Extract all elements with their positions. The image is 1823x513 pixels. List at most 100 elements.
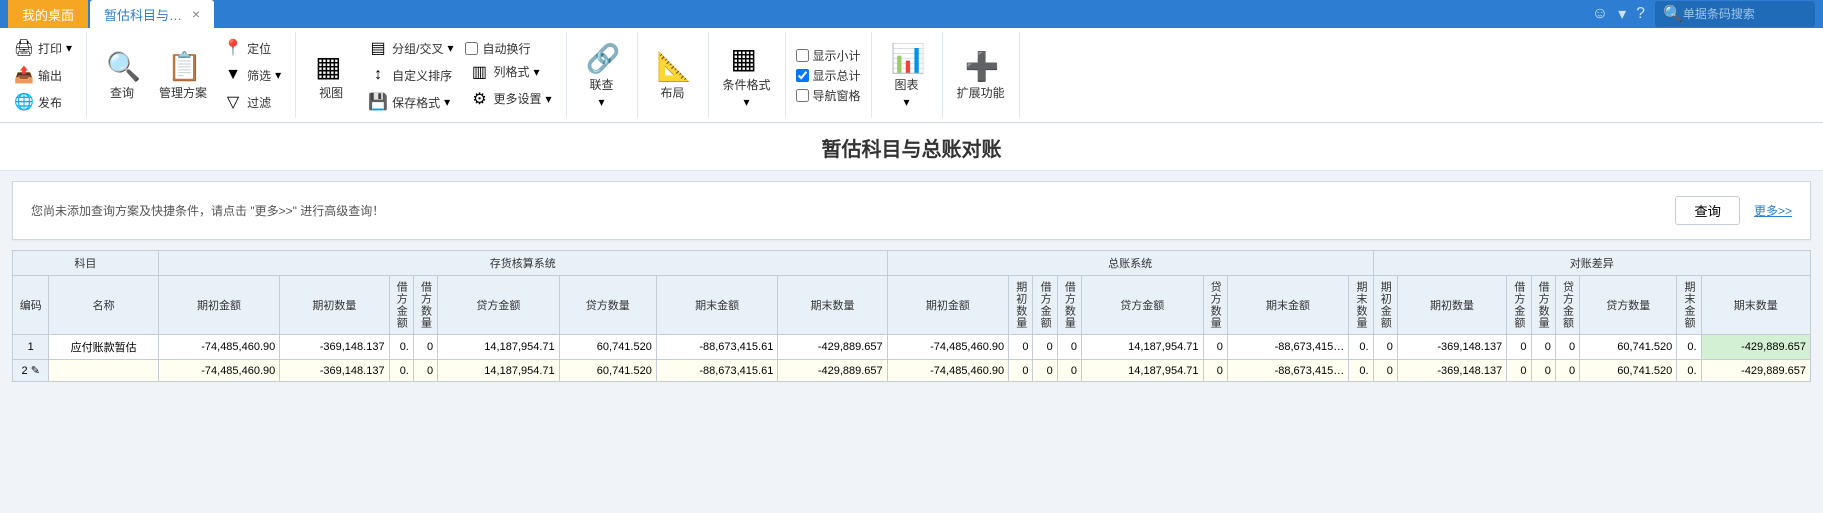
layout-label: 布局 [661, 84, 685, 101]
cell-idx: 1 [13, 335, 49, 360]
query-bar: 您尚未添加查询方案及快捷条件，请点击 "更多>>" 进行高级查询！ 查询 更多>… [12, 181, 1811, 240]
total-label: 显示总计 [813, 67, 861, 84]
more-link[interactable]: 更多>> [1754, 202, 1792, 219]
cell-val: 0. [1349, 360, 1373, 382]
query-submit-button[interactable]: 查询 [1675, 196, 1740, 225]
funnel2-icon: ▽ [223, 92, 243, 112]
cell-val: -369,148.137 [1397, 335, 1506, 360]
close-icon[interactable]: × [192, 6, 200, 22]
edit-icon: ✎ [31, 365, 40, 377]
lianча-button[interactable]: 🔗联查▾ [577, 40, 627, 111]
th-dfsl: 贷方数量 [559, 276, 656, 335]
filter2-label: 过滤 [247, 94, 271, 111]
cell-val: -429,889.657 [1701, 360, 1810, 382]
th-subject: 科目 [13, 251, 159, 276]
magnify-icon: 🔍 [106, 50, 138, 82]
cell-val: 0. [1677, 335, 1701, 360]
locate-button[interactable]: 📍定位 [219, 36, 285, 60]
autowrap-label: 自动换行 [482, 40, 530, 57]
cell-val: -74,485,460.90 [158, 335, 279, 360]
th-dfje: 贷方金额 [438, 276, 559, 335]
th-qcsl: 期初数量 [280, 276, 389, 335]
cell-val: -369,148.137 [280, 335, 389, 360]
cell-val: -74,485,460.90 [887, 360, 1008, 382]
cell-val: -74,485,460.90 [887, 335, 1008, 360]
view-label: 视图 [319, 84, 343, 101]
th-qcje2: 期初金额 [887, 276, 1008, 335]
help-icon[interactable]: ? [1636, 5, 1645, 23]
th-dfje3: 贷方金额 [1555, 276, 1579, 335]
group-label: 分组/交叉 [392, 40, 443, 57]
th-jfsl: 借方数量 [413, 276, 437, 335]
colformat-button[interactable]: ▥列格式▾ [465, 60, 555, 84]
condformat-label: 条件格式 [723, 76, 771, 93]
query-button[interactable]: 🔍 查询 [97, 48, 147, 103]
th-jfje: 借方金额 [389, 276, 413, 335]
cell-val: 0 [1507, 360, 1531, 382]
filter-button[interactable]: ▼筛选▾ [219, 63, 285, 87]
print-button[interactable]: 🖨打印▾ [10, 36, 76, 60]
query-label: 查询 [110, 84, 134, 101]
th-qmsl3: 期末数量 [1701, 276, 1810, 335]
search-icon: 🔍 [1663, 4, 1683, 24]
subtotal-check[interactable]: 显示小计 [796, 47, 861, 64]
cell-val: -429,889.657 [1701, 335, 1810, 360]
extend-button[interactable]: ➕扩展功能 [953, 48, 1009, 103]
filter2-button[interactable]: ▽过滤 [219, 90, 285, 114]
cell-val: 14,187,954.71 [1082, 335, 1203, 360]
page-title: 暂估科目与总账对账 [0, 133, 1823, 162]
gear-icon: ⚙ [469, 89, 489, 109]
chevron-down-icon: ▾ [904, 95, 910, 109]
search-input[interactable] [1683, 7, 1803, 21]
autowrap-check[interactable]: 自动换行 [465, 40, 555, 57]
plan-button[interactable]: 📋管理方案 [155, 48, 211, 103]
cell-val: 0 [1009, 360, 1033, 382]
cell-val: 0 [1555, 335, 1579, 360]
plan-icon: 📋 [167, 50, 199, 82]
navpane-check[interactable]: 导航窗格 [796, 87, 861, 104]
subtotal-label: 显示小计 [813, 47, 861, 64]
cell-val: 14,187,954.71 [438, 335, 559, 360]
cond-icon: ▦ [731, 42, 763, 74]
navpane-label: 导航窗格 [813, 87, 861, 104]
tab-active[interactable]: 暂估科目与… × [90, 0, 214, 28]
cell-val: 0. [1349, 335, 1373, 360]
view-button[interactable]: ▦视图 [306, 48, 356, 103]
chart-button[interactable]: 📊图表▾ [882, 40, 932, 111]
smile-icon[interactable]: ☺ [1592, 5, 1608, 23]
cell-val: -88,673,415.61 [656, 360, 777, 382]
chevron-down-icon: ▾ [599, 95, 605, 109]
total-check[interactable]: 显示总计 [796, 67, 861, 84]
cell-val: -429,889.657 [778, 335, 887, 360]
th-qcje3: 期初金额 [1373, 276, 1397, 335]
filter-label: 筛选 [247, 67, 271, 84]
table-row[interactable]: 1应付账款暂估-74,485,460.90-369,148.1370.014,1… [13, 335, 1811, 360]
dropdown-icon[interactable]: ▾ [1618, 4, 1626, 24]
publish-button[interactable]: 🌐发布 [10, 90, 76, 114]
chevron-down-icon: ▾ [546, 92, 552, 106]
export-button[interactable]: 📤输出 [10, 63, 76, 87]
printer-icon: 🖨 [14, 38, 34, 58]
group-icon: ▤ [368, 38, 388, 58]
layout-button[interactable]: 📐布局 [648, 48, 698, 103]
condformat-button[interactable]: ▦条件格式▾ [719, 40, 775, 111]
table-row[interactable]: 2 ✎-74,485,460.90-369,148.1370.014,187,9… [13, 360, 1811, 382]
cell-val: 0 [1033, 335, 1057, 360]
locate-icon: 📍 [223, 38, 243, 58]
th-jfje2: 借方金额 [1033, 276, 1057, 335]
th-diff: 对账差异 [1373, 251, 1810, 276]
saveformat-button[interactable]: 💾保存格式▾ [364, 90, 457, 114]
group-button[interactable]: ▤分组/交叉▾ [364, 36, 457, 60]
cell-val: 60,741.520 [1580, 360, 1677, 382]
sort-button[interactable]: ↕自定义排序 [364, 63, 457, 87]
th-qmje2: 期末金额 [1227, 276, 1348, 335]
cell-val: 0 [1531, 360, 1555, 382]
cell-val: -369,148.137 [280, 360, 389, 382]
moreset-button[interactable]: ⚙更多设置 ▾ [465, 87, 555, 111]
moreset-label: 更多设置 [493, 90, 541, 107]
search-box[interactable]: 🔍 [1655, 1, 1815, 27]
ribbon-group-view: ▦视图 ▤分组/交叉▾ ↕自定义排序 💾保存格式▾ 自动换行 ▥列格式▾ ⚙更多… [296, 32, 566, 118]
export-label: 输出 [38, 67, 62, 84]
cell-val: 0 [1531, 335, 1555, 360]
tab-desktop[interactable]: 我的桌面 [8, 0, 88, 28]
